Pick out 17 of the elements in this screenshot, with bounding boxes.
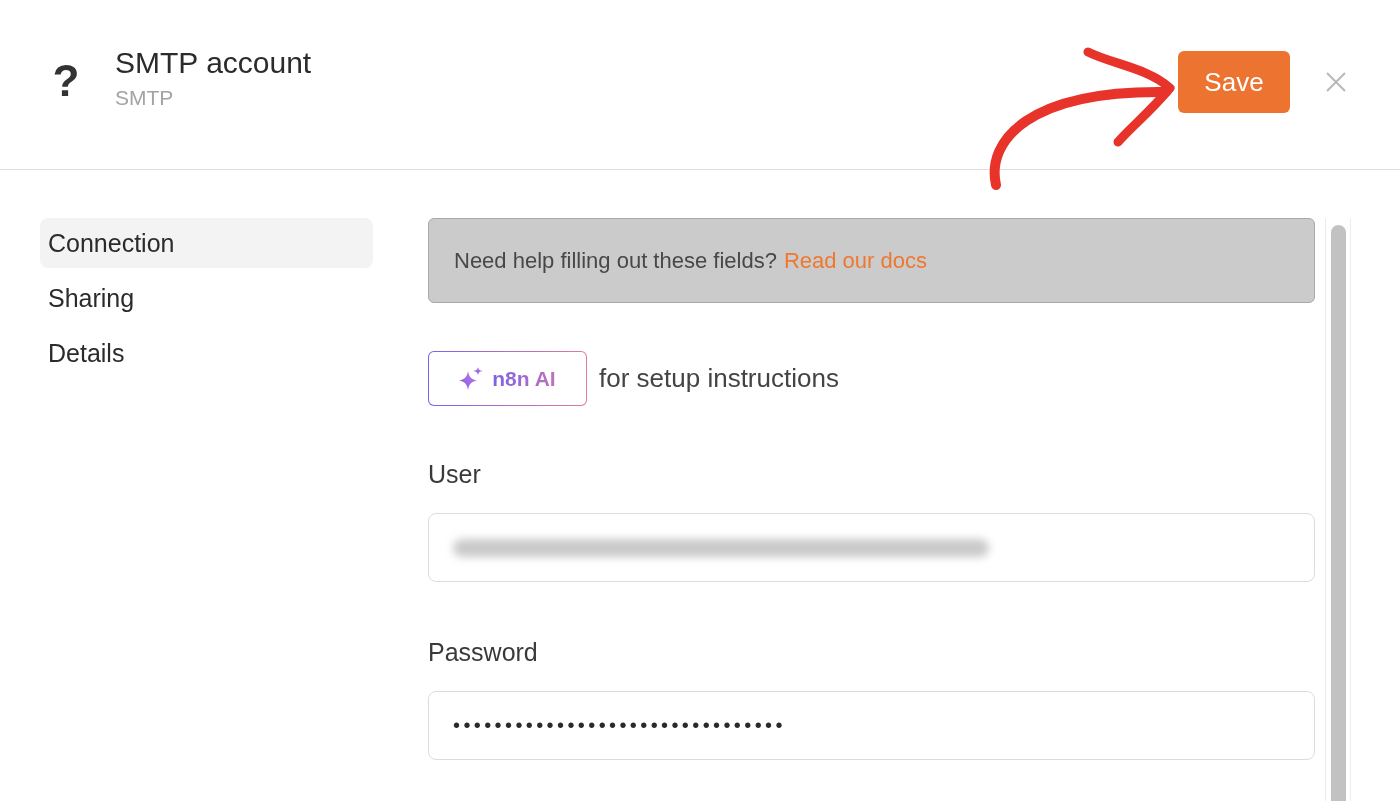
sidebar-item[interactable]: Connection [40,218,373,268]
field-label: User [428,459,481,489]
scrollbar-thumb[interactable] [1330,225,1346,801]
dialog-title: SMTP account [115,45,312,81]
password-field[interactable]: •••••••••••••••••••••••••••••••• [428,691,1315,760]
close-button[interactable] [1324,70,1348,94]
input-field[interactable] [428,513,1315,582]
field-label: Password [428,637,538,667]
sidebar-item[interactable]: Details [40,328,373,378]
help-text: Need help filling out these fields? [454,247,777,274]
sidebar-item[interactable]: Sharing [40,273,373,323]
sparkle-icon [459,366,484,391]
close-icon [1326,72,1346,92]
setup-hint: for setup instructions [599,363,839,394]
ai-button[interactable]: n8n AI [428,351,587,406]
question-mark-icon: ? [50,56,82,106]
dialog-subtitle: SMTP [115,85,174,111]
